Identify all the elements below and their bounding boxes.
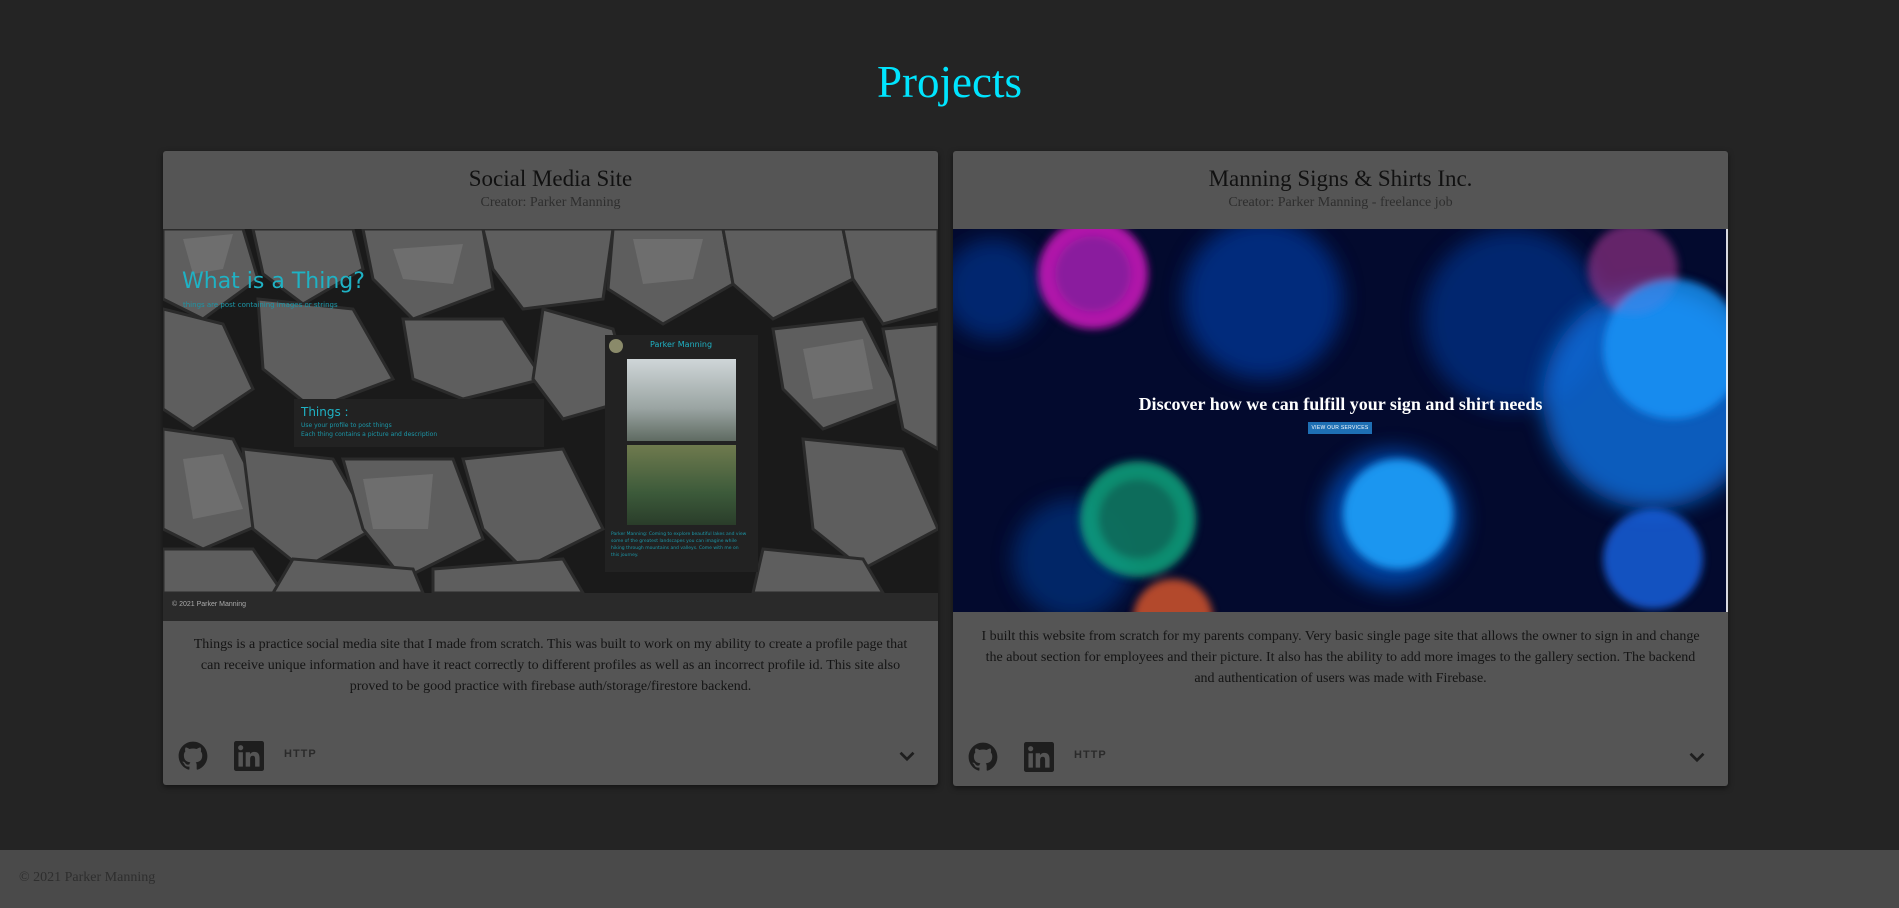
screenshot-box-line-1: Use your profile to post things	[301, 422, 392, 429]
project-card-social-media: Social Media Site Creator: Parker Mannin…	[163, 151, 938, 785]
screenshot-box-line-2: Each thing contains a picture and descri…	[301, 431, 438, 438]
http-link[interactable]: HTTP	[284, 748, 317, 760]
screenshot-headline: What is a Thing?	[182, 269, 365, 294]
project-card-signs-shirts: Manning Signs & Shirts Inc. Creator: Par…	[953, 151, 1728, 786]
card-subtitle: Creator: Parker Manning - freelance job	[1228, 195, 1453, 210]
page: Projects Social Media Site Creator: Park…	[0, 0, 1899, 908]
chevron-down-icon[interactable]	[1684, 744, 1710, 770]
card-description: I built this website from scratch for my…	[981, 629, 1700, 686]
avatar	[609, 339, 623, 353]
screenshot-profile-name: Parker Manning	[650, 340, 713, 349]
card-description: Things is a practice social media site t…	[193, 637, 908, 694]
chevron-down-icon[interactable]	[894, 743, 920, 769]
footer-copyright: © 2021 Parker Manning	[19, 870, 156, 885]
screenshot-headline: Discover how we can fulfill your sign an…	[1138, 394, 1543, 414]
screenshot-footer-text: © 2021 Parker Manning	[172, 601, 247, 608]
screenshot-info-box: Things : Use your profile to post things…	[294, 399, 544, 447]
card-header: Social Media Site Creator: Parker Mannin…	[163, 151, 938, 229]
screenshot-profile-card: Parker Manning Parker Manning: Coming to…	[605, 335, 758, 572]
page-title: Projects	[877, 57, 1022, 107]
card-title: Manning Signs & Shirts Inc.	[1208, 166, 1473, 191]
screenshot-footer-strip	[163, 593, 938, 621]
linkedin-icon[interactable]	[234, 741, 264, 771]
card-actions: HTTP	[953, 726, 1728, 786]
site-footer: © 2021 Parker Manning	[0, 850, 1899, 908]
card-header: Manning Signs & Shirts Inc. Creator: Par…	[953, 151, 1728, 229]
bokeh-background	[953, 229, 1728, 612]
screenshot-tagline: things are post containing images or str…	[183, 301, 338, 309]
card-actions: HTTP	[163, 725, 938, 785]
screenshot-photo-mountains	[627, 359, 736, 441]
project-screenshot: What is a Thing? things are post contain…	[163, 229, 938, 621]
card-title: Social Media Site	[468, 166, 633, 191]
http-link[interactable]: HTTP	[1074, 749, 1107, 761]
screenshot-photo-boat	[627, 445, 736, 525]
github-icon[interactable]	[968, 742, 998, 772]
screenshot-box-title: Things :	[301, 405, 349, 419]
screenshot-profile-text: Parker Manning: Coming to explore beauti…	[611, 532, 747, 558]
linkedin-icon[interactable]	[1024, 742, 1054, 772]
card-subtitle: Creator: Parker Manning	[480, 195, 621, 210]
project-screenshot: Discover how we can fulfill your sign an…	[953, 229, 1728, 612]
github-icon[interactable]	[178, 741, 208, 771]
screenshot-services-button: VIEW OUR SERVICES	[1308, 422, 1372, 434]
